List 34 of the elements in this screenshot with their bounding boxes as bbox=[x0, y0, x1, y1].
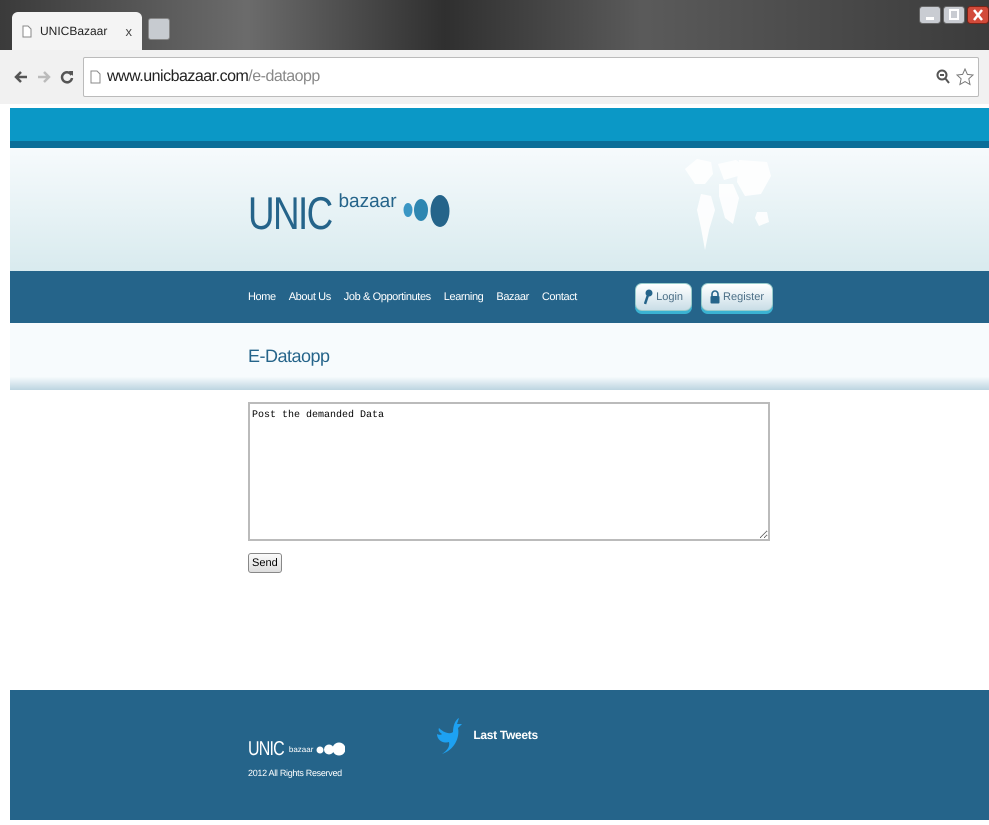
nav-link[interactable]: Job & Opportinutes bbox=[344, 291, 431, 303]
logo-text: UNIC bbox=[248, 188, 332, 236]
zoom-out-icon[interactable] bbox=[936, 69, 950, 85]
page-icon bbox=[22, 24, 32, 38]
copyright-text: 2012 All Rights Reserved bbox=[248, 768, 343, 778]
nav-link[interactable]: About Us bbox=[288, 291, 331, 303]
minimize-icon[interactable] bbox=[919, 6, 941, 24]
logo-subtext: bazaar bbox=[288, 744, 314, 754]
maximize-icon[interactable] bbox=[943, 6, 965, 24]
tweets-heading: Last Tweets bbox=[473, 728, 538, 742]
close-icon[interactable] bbox=[967, 6, 989, 24]
browser-tab[interactable]: UNICBazaar x bbox=[12, 12, 142, 50]
nav-link[interactable]: Learning bbox=[444, 291, 484, 303]
close-tab-button[interactable]: x bbox=[126, 24, 132, 38]
page-icon bbox=[90, 70, 101, 84]
back-icon[interactable] bbox=[14, 70, 28, 84]
nav-link[interactable]: Home bbox=[248, 291, 276, 303]
new-tab-button[interactable] bbox=[148, 18, 170, 40]
lock-icon bbox=[710, 290, 720, 304]
nav-link[interactable]: Contact bbox=[542, 291, 577, 303]
message-field[interactable]: Post the demanded Data bbox=[248, 402, 770, 541]
address-bar[interactable]: www.unicbazaar.com/e-dataopp bbox=[83, 57, 979, 97]
reload-icon[interactable] bbox=[60, 70, 74, 84]
logo-subtext: bazaar bbox=[338, 190, 397, 212]
bookmark-star-icon[interactable] bbox=[956, 68, 974, 86]
page-title: E-Dataopp bbox=[248, 346, 331, 367]
send-button[interactable]: Send bbox=[248, 553, 282, 573]
login-button[interactable]: Login bbox=[635, 283, 692, 311]
key-icon bbox=[644, 289, 654, 305]
url-text: www.unicbazaar.com/e-dataopp bbox=[107, 68, 320, 86]
nav-link[interactable]: Bazaar bbox=[496, 291, 529, 303]
logo-text: UNIC bbox=[248, 738, 284, 760]
tab-title: UNICBazaar bbox=[40, 24, 108, 38]
register-button[interactable]: Register bbox=[701, 283, 773, 311]
